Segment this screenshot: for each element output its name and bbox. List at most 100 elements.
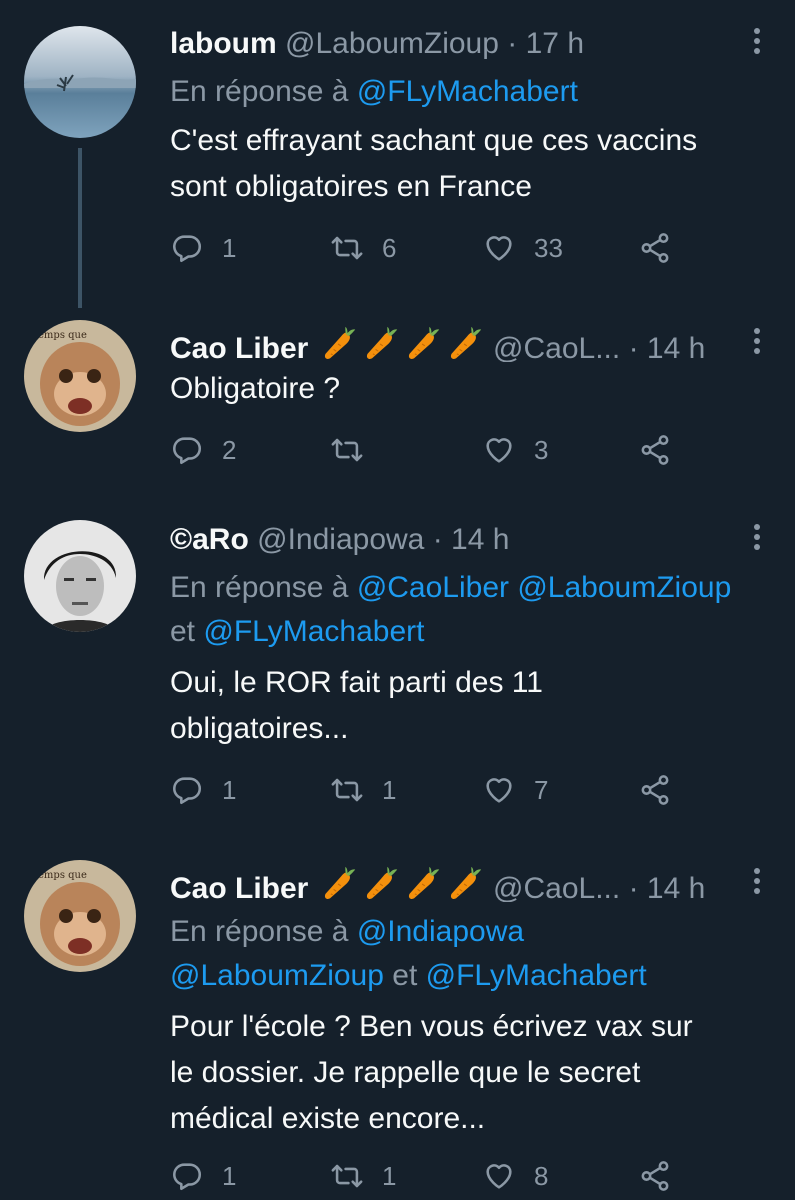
- action-bar: 1 6 33: [170, 228, 730, 268]
- mention-link[interactable]: @FLyMachabert: [357, 75, 578, 108]
- like-button[interactable]: 3: [482, 430, 548, 470]
- display-name[interactable]: laboum: [170, 27, 277, 60]
- action-bar: 1 1 7: [170, 770, 730, 810]
- user-handle[interactable]: @CaoL...: [493, 332, 620, 362]
- mention-link[interactable]: @LaboumZioup: [170, 959, 384, 992]
- reply-context: En réponse à @FLyMachabert: [170, 70, 775, 114]
- user-handle[interactable]: @CaoL...: [493, 872, 620, 902]
- tweet-text-line: Oui, le ROR fait parti des 11: [170, 666, 543, 699]
- timestamp[interactable]: 14 h: [451, 523, 509, 556]
- tweet-text: Oui, le ROR fait parti des 11 obligatoir…: [170, 660, 765, 752]
- tweet-text-line: obligatoires...: [170, 712, 349, 745]
- display-name[interactable]: ©aRo: [170, 523, 249, 556]
- mention-link[interactable]: @FLyMachabert: [426, 959, 647, 992]
- reply-button[interactable]: 1: [170, 770, 236, 810]
- user-handle[interactable]: @Indiapowa: [257, 523, 424, 556]
- retweet-count: 1: [382, 774, 397, 805]
- tweet-text-line: Obligatoire ?: [170, 372, 341, 405]
- tweet-item[interactable]: temps que Cao Liber @CaoL... · 14 h En r…: [0, 840, 795, 1200]
- timestamp[interactable]: 14 h: [647, 872, 705, 902]
- reply-count: 1: [222, 774, 237, 805]
- reply-prefix: En réponse à: [170, 915, 349, 948]
- tweet-text: Obligatoire ?: [170, 366, 765, 412]
- reply-count: 1: [222, 1160, 237, 1191]
- separator-dot: ·: [432, 523, 443, 556]
- carrot-emoji: [321, 866, 482, 902]
- like-icon: [482, 231, 516, 265]
- tweet-item[interactable]: laboum @LaboumZioup · 17 h En réponse à …: [0, 0, 795, 308]
- like-icon: [482, 773, 516, 807]
- reply-button[interactable]: 1: [170, 1156, 236, 1196]
- user-handle[interactable]: @LaboumZioup: [285, 27, 499, 60]
- reply-icon: [170, 773, 204, 807]
- mention-link[interactable]: @FLyMachabert: [203, 615, 424, 648]
- retweet-icon: [330, 231, 364, 265]
- svg-text:temps que: temps que: [34, 870, 87, 881]
- reply-context: En réponse à @CaoLiber @LaboumZioup et @…: [170, 566, 775, 654]
- reply-context: En réponse à @Indiapowa @LaboumZioup et …: [170, 910, 775, 998]
- reply-prefix: En réponse à: [170, 571, 349, 604]
- reply-count: 2: [222, 434, 237, 465]
- avatar[interactable]: temps que: [24, 860, 136, 972]
- retweet-icon: [330, 433, 364, 467]
- like-count: 7: [534, 774, 549, 805]
- reply-icon: [170, 231, 204, 265]
- like-button[interactable]: 8: [482, 1156, 548, 1196]
- retweet-icon: [330, 773, 364, 807]
- more-icon[interactable]: [753, 868, 761, 898]
- reply-button[interactable]: 1: [170, 228, 236, 268]
- thread-connector-line: [78, 148, 82, 308]
- share-button[interactable]: [638, 228, 672, 268]
- display-name[interactable]: Cao Liber: [170, 332, 308, 362]
- svg-text:temps que: temps que: [34, 330, 87, 341]
- avatar[interactable]: [24, 520, 136, 632]
- tweet-text-line: le dossier. Je rappelle que le secret: [170, 1056, 641, 1089]
- retweet-count: 6: [382, 232, 397, 263]
- share-icon: [638, 433, 672, 467]
- tweet-header: ©aRo @Indiapowa · 14 h: [170, 522, 743, 558]
- carrot-emoji: [321, 326, 482, 362]
- conversation-thread: laboum @LaboumZioup · 17 h En réponse à …: [0, 0, 795, 1200]
- like-icon: [482, 1159, 516, 1193]
- reply-conjunction: et: [392, 959, 418, 992]
- timestamp[interactable]: 17 h: [526, 27, 584, 60]
- share-button[interactable]: [638, 770, 672, 810]
- like-count: 3: [534, 434, 549, 465]
- share-icon: [638, 773, 672, 807]
- share-icon: [638, 1159, 672, 1193]
- tweet-item[interactable]: ©aRo @Indiapowa · 14 h En réponse à @Cao…: [0, 500, 795, 840]
- separator-dot: ·: [628, 332, 639, 362]
- tweet-text-line: médical existe encore...: [170, 1102, 486, 1135]
- mention-link[interactable]: @Indiapowa: [357, 915, 524, 948]
- tweet-text-line: sont obligatoires en France: [170, 170, 532, 203]
- retweet-button[interactable]: 6: [330, 228, 396, 268]
- more-icon[interactable]: [753, 28, 761, 58]
- avatar[interactable]: temps que: [24, 320, 136, 432]
- tweet-text-line: C'est effrayant sachant que ces vaccins: [170, 124, 698, 157]
- separator-dot: ·: [507, 27, 518, 60]
- like-button[interactable]: 33: [482, 228, 563, 268]
- retweet-button[interactable]: 1: [330, 1156, 396, 1196]
- tweet-item[interactable]: temps que Cao Liber @CaoL... · 14 h Obli…: [0, 300, 795, 500]
- separator-dot: ·: [628, 872, 639, 902]
- reply-count: 1: [222, 232, 237, 263]
- action-bar: 2 3: [170, 430, 730, 470]
- reply-button[interactable]: 2: [170, 430, 236, 470]
- retweet-count: 1: [382, 1160, 397, 1191]
- tweet-text-line: Pour l'école ? Ben vous écrivez vax sur: [170, 1010, 693, 1043]
- avatar[interactable]: [24, 26, 136, 138]
- timestamp[interactable]: 14 h: [647, 332, 705, 362]
- share-button[interactable]: [638, 430, 672, 470]
- tweet-text: C'est effrayant sachant que ces vaccins …: [170, 118, 765, 210]
- display-name[interactable]: Cao Liber: [170, 872, 308, 902]
- like-button[interactable]: 7: [482, 770, 548, 810]
- more-icon[interactable]: [753, 328, 761, 358]
- mention-link[interactable]: @CaoLiber @LaboumZioup: [357, 571, 731, 604]
- more-icon[interactable]: [753, 524, 761, 554]
- retweet-button[interactable]: [330, 430, 364, 470]
- reply-icon: [170, 433, 204, 467]
- retweet-button[interactable]: 1: [330, 770, 396, 810]
- share-button[interactable]: [638, 1156, 672, 1196]
- reply-prefix: En réponse à: [170, 75, 349, 108]
- tweet-header: Cao Liber @CaoL... · 14 h: [170, 326, 743, 362]
